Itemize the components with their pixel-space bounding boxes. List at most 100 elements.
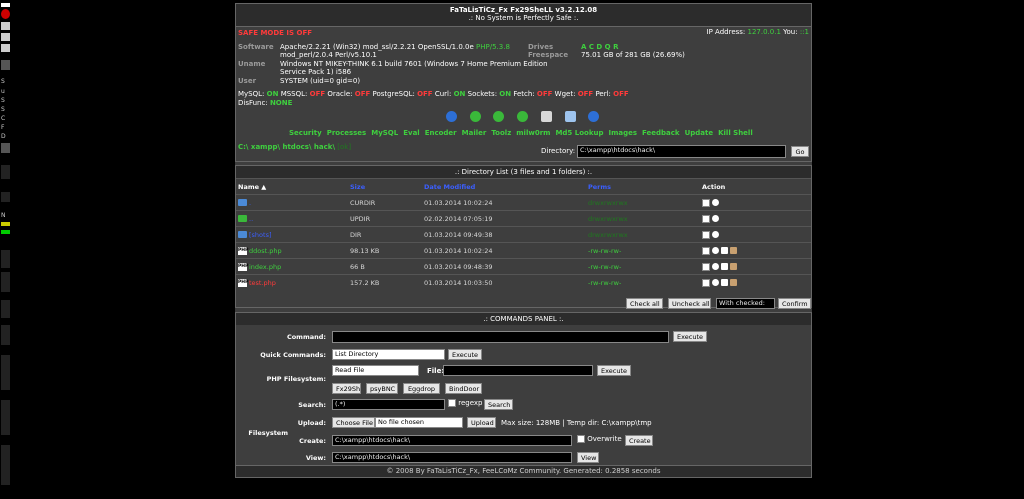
create-button[interactable]: Create [625, 435, 653, 446]
menu-eval[interactable]: Eval [403, 129, 419, 137]
with-checked-select[interactable]: With checked: [716, 298, 775, 309]
create-label: Create: [299, 437, 326, 445]
row-name[interactable]: [shots] [236, 226, 348, 243]
tool-fx29sh-button[interactable]: Fx29Sh [332, 383, 361, 394]
row-name[interactable]: PHPindex.php [236, 258, 348, 275]
upload-button[interactable]: Upload [467, 417, 496, 428]
up-icon[interactable] [517, 111, 528, 122]
row-date: 01.03.2014 10:02:24 [422, 242, 586, 259]
view-input[interactable]: C:\xampp\htdocs\hack\ [332, 452, 572, 463]
col-name[interactable]: Name ▲ [236, 178, 348, 195]
row-perms[interactable]: drwxrwxrwx [586, 226, 700, 243]
search-icon[interactable] [541, 111, 552, 122]
buffer-icon[interactable] [565, 111, 576, 122]
row-date: 01.03.2014 09:48:39 [422, 258, 586, 275]
execute-command-button[interactable]: Execute [673, 331, 707, 342]
row-checkbox[interactable] [702, 230, 710, 239]
row-date: 01.03.2014 09:49:38 [422, 226, 586, 243]
check-all-button[interactable]: Check all [626, 298, 663, 309]
php-filesystem-select[interactable]: Read File [332, 365, 419, 376]
tool-psybnc-button[interactable]: psyBNC [366, 383, 398, 394]
edit-icon[interactable] [721, 263, 728, 270]
uncheck-all-button[interactable]: Uncheck all [668, 298, 711, 309]
menu-mailer[interactable]: Mailer [462, 129, 487, 137]
file-input[interactable] [443, 365, 593, 376]
freespace-label: Freespace [528, 51, 569, 59]
menu-mysql[interactable]: MySQL [371, 129, 398, 137]
download-icon[interactable] [730, 279, 737, 286]
search-input[interactable]: (.*) [332, 399, 445, 410]
menu-toolz[interactable]: Toolz [491, 129, 511, 137]
strip-block [1, 192, 10, 202]
menu-update[interactable]: Update [685, 129, 714, 137]
row-actions [700, 194, 811, 211]
create-input[interactable]: C:\xampp\htdocs\hack\ [332, 435, 572, 446]
feature-sockets: Sockets: ON [467, 90, 512, 98]
row-perms[interactable]: -rw-rw-rw- [586, 274, 700, 290]
go-button[interactable]: Go [791, 146, 809, 157]
strip-text: F [1, 124, 5, 131]
row-checkbox[interactable] [702, 246, 710, 255]
row-perms[interactable]: -rw-rw-rw- [586, 242, 700, 259]
info-icon[interactable] [712, 199, 719, 206]
row-perms[interactable]: drwxrwxrwx [586, 194, 700, 211]
confirm-button[interactable]: Confirm [778, 298, 811, 309]
info-icon[interactable] [712, 215, 719, 222]
search-button[interactable]: Search [484, 399, 513, 410]
col-size[interactable]: Size [348, 178, 422, 195]
menu-md5-lookup[interactable]: Md5 Lookup [555, 129, 603, 137]
quick-commands-select[interactable]: List Directory [332, 349, 445, 360]
back-icon[interactable] [470, 111, 481, 122]
info-icon[interactable] [712, 279, 719, 286]
row-perms[interactable]: drwxrwxrwx [586, 210, 700, 227]
row-checkbox[interactable] [702, 278, 710, 287]
row-checkbox[interactable] [702, 262, 710, 271]
execute-quick-button[interactable]: Execute [448, 349, 482, 360]
tool-eggdrop-button[interactable]: Eggdrop [403, 383, 440, 394]
drives-value[interactable]: A C D Q R [581, 43, 618, 51]
row-name[interactable]: PHPtest.php [236, 274, 348, 290]
download-icon[interactable] [730, 263, 737, 270]
row-name[interactable]: PHPddost.php [236, 242, 348, 259]
forward-icon[interactable] [493, 111, 504, 122]
upload-label: Upload: [297, 419, 326, 427]
menu-processes[interactable]: Processes [327, 129, 367, 137]
file-label: File: [427, 367, 445, 375]
view-button[interactable]: View [577, 452, 599, 463]
info-icon[interactable] [712, 263, 719, 270]
tool-binddoor-button[interactable]: BindDoor [445, 383, 482, 394]
command-input[interactable] [332, 331, 669, 343]
home-icon[interactable] [446, 111, 457, 122]
row-name[interactable]: . [236, 194, 348, 211]
view-label: View: [305, 454, 326, 462]
download-icon[interactable] [730, 247, 737, 254]
row-checkbox[interactable] [702, 198, 710, 207]
col-date[interactable]: Date Modified [422, 178, 586, 195]
menu-kill-shell[interactable]: Kill Shell [718, 129, 753, 137]
info-icon[interactable] [712, 247, 719, 254]
directory-panel: .: Directory List (3 files and 1 folders… [235, 165, 812, 309]
col-perms[interactable]: Perms [586, 178, 700, 195]
info-icon[interactable] [712, 231, 719, 238]
help-icon[interactable] [588, 111, 599, 122]
edit-icon[interactable] [721, 279, 728, 286]
overwrite-checkbox[interactable] [577, 435, 585, 443]
regexp-checkbox[interactable] [448, 399, 456, 407]
menu-security[interactable]: Security [289, 129, 322, 137]
choose-file-button[interactable]: Choose File [332, 417, 375, 428]
breadcrumb-path[interactable]: C:\ xampp\ htdocs\ hack\ [238, 143, 335, 151]
row-name[interactable]: .. [236, 210, 348, 227]
menu-milw0rm[interactable]: milw0rm [516, 129, 550, 137]
edit-icon[interactable] [721, 247, 728, 254]
menu-encoder[interactable]: Encoder [425, 129, 457, 137]
folder-icon [238, 231, 247, 238]
row-checkbox[interactable] [702, 214, 710, 223]
menu-feedback[interactable]: Feedback [642, 129, 680, 137]
row-size: CURDIR [348, 194, 422, 211]
regexp-option: regexp [448, 399, 482, 407]
menu-images[interactable]: Images [608, 129, 637, 137]
strip-block [1, 3, 10, 7]
directory-input[interactable]: C:\xampp\htdocs\hack\ [577, 145, 786, 158]
execute-file-button[interactable]: Execute [597, 365, 631, 376]
row-perms[interactable]: -rw-rw-rw- [586, 258, 700, 275]
